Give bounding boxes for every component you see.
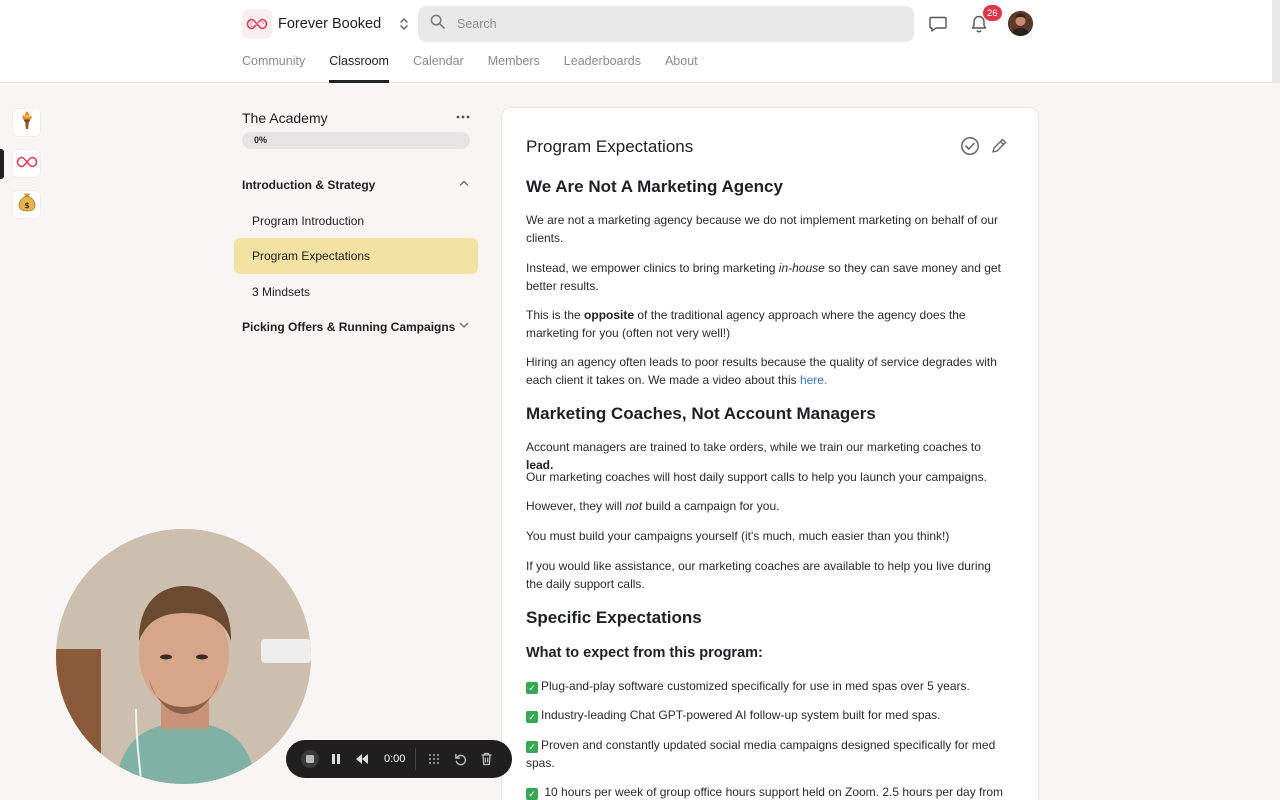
rail-active-indicator xyxy=(0,149,4,179)
webcam-bubble[interactable] xyxy=(56,529,311,784)
pause-icon[interactable] xyxy=(326,749,346,769)
checkmark-icon: ✓ xyxy=(526,711,538,723)
page-scrollbar[interactable] xyxy=(1272,0,1280,83)
tab-calendar[interactable]: Calendar xyxy=(413,54,464,83)
lesson-program-expectations[interactable]: Program Expectations xyxy=(234,238,478,274)
recording-time: 0:00 xyxy=(384,753,406,765)
lesson-card: Program Expectations We Are Not A Market… xyxy=(501,107,1039,800)
heading-what-to-expect: What to expect from this program: xyxy=(526,645,763,661)
paragraph: You must build your campaigns yourself (… xyxy=(526,529,950,543)
tab-members[interactable]: Members xyxy=(488,54,540,83)
notification-count-badge: 26 xyxy=(983,5,1002,21)
checklist-item: ✓ 10 hours per week of group office hour… xyxy=(526,783,1010,800)
more-options-icon[interactable] xyxy=(455,109,471,125)
video-link[interactable]: here. xyxy=(800,373,827,387)
presenter-video-frame xyxy=(56,529,311,784)
restart-icon[interactable] xyxy=(450,749,470,769)
drag-handle-icon[interactable] xyxy=(424,749,444,769)
course-title: The Academy xyxy=(242,110,328,126)
user-avatar[interactable] xyxy=(1008,11,1033,36)
trash-icon[interactable] xyxy=(476,749,496,769)
lesson-label: Program Expectations xyxy=(252,249,371,263)
chevron-up-icon xyxy=(458,177,470,192)
stop-icon[interactable] xyxy=(300,749,320,769)
lesson-label: 3 Mindsets xyxy=(252,285,311,299)
chevron-up-down-icon[interactable] xyxy=(397,15,411,33)
svg-text:$: $ xyxy=(24,201,30,210)
mark-complete-icon[interactable] xyxy=(960,136,980,156)
main-tabs: Community Classroom Calendar Members Lea… xyxy=(242,54,722,83)
course-progress-bar: 0% xyxy=(242,132,470,149)
heading-coaches: Marketing Coaches, Not Account Managers xyxy=(526,404,876,423)
infinity-logo-icon xyxy=(242,9,272,39)
paragraph: Instead, we empower clinics to bring mar… xyxy=(526,261,1001,293)
chevron-down-icon xyxy=(458,319,470,334)
section-title: Picking Offers & Running Campaigns xyxy=(242,319,456,334)
lesson-title: Program Expectations xyxy=(526,137,694,156)
search-input[interactable]: Search xyxy=(418,6,914,42)
checkmark-icon: ✓ xyxy=(526,788,538,800)
heading-specific: Specific Expectations xyxy=(526,608,702,627)
rewind-icon[interactable] xyxy=(352,749,372,769)
section-introduction-strategy[interactable]: Introduction & Strategy xyxy=(242,177,470,192)
rail-item-forever-booked[interactable] xyxy=(12,149,41,178)
section-title: Introduction & Strategy xyxy=(242,177,376,192)
lesson-program-introduction[interactable]: Program Introduction xyxy=(234,203,478,239)
checklist-item: ✓ Proven and constantly updated social me… xyxy=(526,738,996,770)
paragraph: However, they will not build a campaign … xyxy=(526,499,780,513)
paragraph: If you would like assistance, our market… xyxy=(526,559,991,591)
rail-item-torch[interactable] xyxy=(12,108,41,137)
search-icon xyxy=(430,14,445,34)
tab-community[interactable]: Community xyxy=(242,54,305,83)
tab-classroom[interactable]: Classroom xyxy=(329,54,389,83)
checklist-item: ✓ Industry-leading Chat GPT-powered AI fo… xyxy=(526,706,1010,724)
chat-icon[interactable] xyxy=(926,12,950,36)
infinity-logo-icon xyxy=(16,155,38,173)
money-bag-icon: $ xyxy=(18,192,36,217)
paragraph: This is the opposite of the traditional … xyxy=(526,308,966,340)
divider xyxy=(415,748,417,770)
recording-toolbar: 0:00 xyxy=(286,740,512,778)
rail-item-money[interactable]: $ xyxy=(12,190,41,219)
lesson-3-mindsets[interactable]: 3 Mindsets xyxy=(234,274,478,310)
tab-leaderboards[interactable]: Leaderboards xyxy=(564,54,641,83)
top-bar: Forever Booked Search 26 Community Class… xyxy=(0,0,1280,83)
search-placeholder: Search xyxy=(457,17,497,31)
lesson-label: Program Introduction xyxy=(252,214,365,228)
checkmark-icon: ✓ xyxy=(526,682,538,694)
paragraph: We are not a marketing agency because we… xyxy=(526,213,999,245)
paragraph: Hiring an agency often leads to poor res… xyxy=(526,355,997,387)
tab-about[interactable]: About xyxy=(665,54,698,83)
heading-not-agency: We Are Not A Marketing Agency xyxy=(526,177,783,196)
community-switcher[interactable]: Forever Booked xyxy=(242,9,411,39)
community-name: Forever Booked xyxy=(278,16,382,32)
paragraph: Our marketing coaches will host daily su… xyxy=(526,470,987,484)
torch-icon xyxy=(20,110,34,135)
edit-pencil-icon[interactable] xyxy=(989,136,1009,156)
progress-label: 0% xyxy=(254,135,268,145)
section-picking-offers[interactable]: Picking Offers & Running Campaigns xyxy=(242,319,470,334)
checklist-item: ✓ Plug-and-play software customized speci… xyxy=(526,677,1010,695)
checkmark-icon: ✓ xyxy=(526,741,538,753)
